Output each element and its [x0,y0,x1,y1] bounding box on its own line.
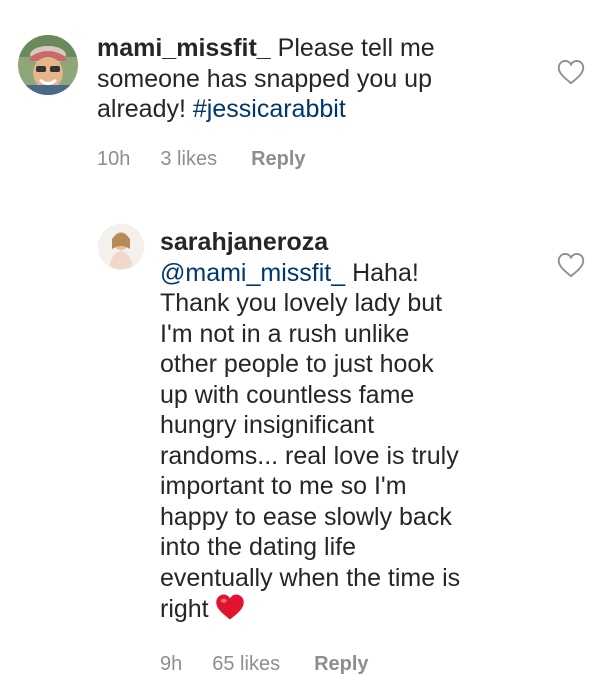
comment-text: eventually when the time is [160,563,461,592]
comment-text: randoms... real love is truly [160,441,459,470]
comment-meta: 9h 65 likes Reply [160,651,369,677]
comment-body: sarahjaneroza @mami_missfit_ Haha! Thank… [160,227,540,625]
comment-text: happy to ease slowly back [160,502,452,531]
comment-text: Please tell me [277,34,435,62]
comment-text: up with countless fame [160,380,415,409]
reply-button[interactable]: Reply [314,653,368,676]
comment-text: important to me so I'm [160,472,407,500]
likes-count[interactable]: 3 likes [160,148,217,171]
comment-text: Thank you lovely lady but [160,289,443,317]
red-heart-emoji-icon [215,593,245,621]
comment-text: Haha! [352,258,419,287]
comment-meta: 10h 3 likes Reply [97,146,306,172]
comment-text: right [160,595,209,623]
comment-mami-missfit: mami_missfit_ Please tell me someone has… [0,0,600,200]
comment-username[interactable]: mami_missfit_ [97,34,271,62]
comment-username[interactable]: sarahjaneroza [160,228,328,256]
comment-text: into the dating life [160,533,356,561]
avatar[interactable] [98,224,144,270]
comment-time: 10h [97,147,131,170]
heart-outline-icon[interactable] [557,252,585,278]
comment-text: I'm not in a rush unlike [160,319,410,348]
comment-text: someone has snapped you up [97,64,432,93]
mention-link[interactable]: @mami_missfit_ [160,259,345,287]
comment-text: already! [97,95,186,123]
hashtag-link[interactable]: #jessicarabbit [193,95,346,123]
heart-outline-icon[interactable] [557,59,585,85]
reply-button[interactable]: Reply [251,148,305,171]
avatar[interactable] [18,35,78,95]
comment-body: mami_missfit_ Please tell me someone has… [97,33,537,125]
comment-time: 9h [160,652,183,675]
comment-text: other people to just hook [160,350,434,378]
comment-sarahjaneroza: sarahjaneroza @mami_missfit_ Haha! Thank… [0,200,600,685]
likes-count[interactable]: 65 likes [212,653,280,676]
comment-text: hungry insignificant [160,411,375,439]
